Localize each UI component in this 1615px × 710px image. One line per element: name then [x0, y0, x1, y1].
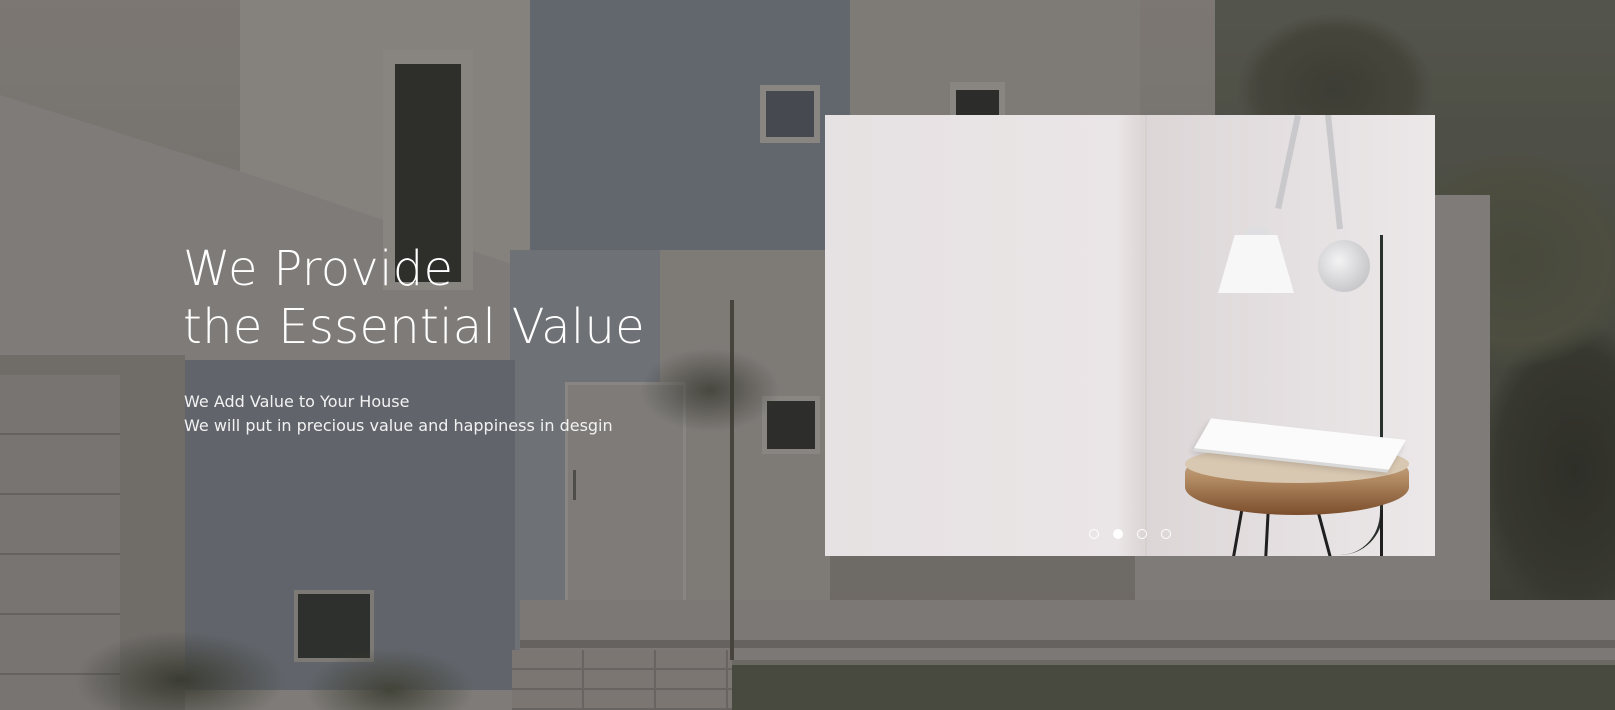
lamp-shade: [1218, 235, 1294, 293]
headline-line-1: We Provide: [183, 241, 454, 297]
slider-dot-2[interactable]: [1113, 529, 1123, 539]
hero-subtext: We Add Value to Your House We will put i…: [184, 390, 613, 438]
slider-dot-3[interactable]: [1137, 529, 1147, 539]
lamp-arm: [1275, 115, 1301, 210]
slider-pagination: [1089, 529, 1171, 539]
hero-headline: We Provide the Essential Value: [183, 240, 645, 356]
headline-line-2: the Essential Value: [183, 299, 646, 355]
slider-dot-1[interactable]: [1089, 529, 1099, 539]
subtext-line-1: We Add Value to Your House: [184, 392, 410, 411]
hero-section: We Provide the Essential Value We Add Va…: [0, 0, 1615, 710]
subtext-line-2: We will put in precious value and happin…: [184, 416, 613, 435]
slider-image-lamp-and-stool: [825, 115, 1435, 556]
lamp-arm: [1325, 115, 1343, 230]
slider-dot-4[interactable]: [1161, 529, 1171, 539]
lamp-wall-mount: [1318, 240, 1370, 292]
